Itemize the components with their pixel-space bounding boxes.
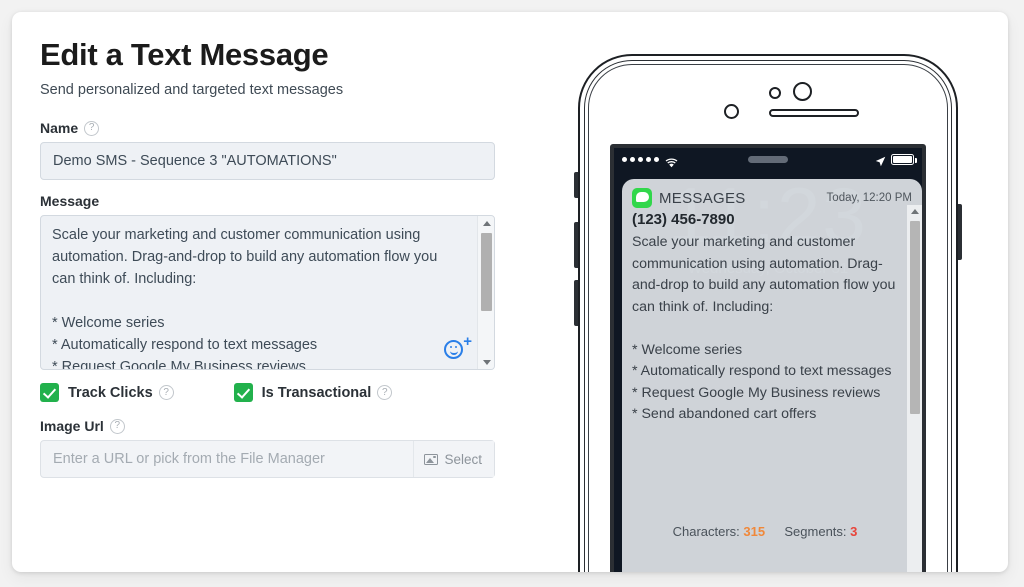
- name-input[interactable]: [40, 142, 495, 181]
- message-textarea[interactable]: Scale your marketing and customer commun…: [40, 215, 495, 371]
- is-transactional-label-row: Is Transactional ?: [262, 385, 393, 401]
- scroll-up-icon[interactable]: [478, 216, 494, 230]
- scrollbar-thumb[interactable]: [481, 233, 492, 312]
- select-button-label: Select: [444, 451, 482, 467]
- image-url-field-group: Image Url ? Enter a URL or pick from the…: [40, 418, 510, 479]
- phone-screen: 11:23 Wednesday, October 31: [610, 144, 926, 572]
- help-icon[interactable]: ?: [377, 385, 393, 401]
- earpiece-speaker-icon: [769, 109, 859, 117]
- emoji-picker-icon[interactable]: +: [444, 334, 472, 364]
- front-camera-icon: [724, 104, 739, 119]
- status-bar: [614, 148, 922, 171]
- notification-body: Scale your marketing and customer commun…: [632, 234, 896, 422]
- scrollbar-thumb[interactable]: [910, 221, 920, 414]
- phone-preview: 11:23 Wednesday, October 31: [522, 12, 1008, 572]
- image-url-label: Image Url: [40, 418, 104, 435]
- battery-icon: [891, 154, 917, 165]
- notification-card[interactable]: MESSAGES Today, 12:20 PM (123) 456-7890 …: [622, 179, 922, 572]
- notification-timestamp: Today, 12:20 PM: [826, 192, 912, 204]
- messages-app-icon: [632, 188, 652, 208]
- name-field-group: Name ?: [40, 120, 510, 181]
- location-arrow-icon: [875, 154, 886, 167]
- image-url-label-row: Image Url ?: [40, 418, 510, 434]
- characters-value: 315: [743, 524, 766, 539]
- help-icon[interactable]: ?: [158, 385, 174, 401]
- message-label-row: Message: [40, 193, 510, 209]
- scroll-down-icon[interactable]: [478, 355, 494, 369]
- page-root: Edit a Text Message Send personalized an…: [0, 0, 1024, 587]
- name-label-row: Name ?: [40, 120, 510, 136]
- phone-mockup: 11:23 Wednesday, October 31: [574, 54, 962, 572]
- page-title: Edit a Text Message: [40, 37, 329, 72]
- help-icon[interactable]: ?: [84, 120, 100, 136]
- notification-header: MESSAGES Today, 12:20 PM: [622, 179, 922, 210]
- notification-scrollbar[interactable]: [907, 205, 922, 572]
- checkbox-checked-icon[interactable]: [233, 383, 253, 403]
- track-clicks-checkbox[interactable]: Track Clicks ?: [40, 383, 174, 403]
- character-counter: Characters: 315 Segments: 3: [522, 524, 1008, 539]
- status-bar-right: [875, 154, 917, 167]
- message-form: Edit a Text Message Send personalized an…: [40, 37, 510, 491]
- scroll-up-icon[interactable]: [907, 205, 922, 218]
- volume-down-button-icon: [574, 280, 578, 326]
- is-transactional-label: Is Transactional: [261, 384, 372, 401]
- segments-label: Segments:: [784, 524, 847, 539]
- edit-text-message-card: Edit a Text Message Send personalized an…: [12, 12, 1008, 572]
- signal-strength-icon: [622, 157, 659, 162]
- track-clicks-label: Track Clicks: [68, 384, 153, 401]
- segments-value: 3: [850, 524, 858, 539]
- notification-sender: (123) 456-7890: [632, 211, 735, 228]
- options-row: Track Clicks ? Is Transactional ?: [40, 383, 510, 403]
- message-textarea-scrollbar[interactable]: [477, 216, 494, 370]
- mute-switch-icon: [574, 172, 578, 198]
- help-icon[interactable]: ?: [109, 418, 125, 434]
- checkbox-checked-icon[interactable]: [40, 383, 59, 403]
- image-url-input[interactable]: Enter a URL or pick from the File Manage…: [41, 451, 413, 467]
- page-subtitle: Send personalized and targeted text mess…: [40, 82, 344, 99]
- volume-up-button-icon: [574, 222, 578, 268]
- is-transactional-checkbox[interactable]: Is Transactional ?: [233, 383, 393, 403]
- image-icon: [424, 453, 439, 465]
- message-textarea-text: Scale your marketing and customer commun…: [52, 227, 438, 371]
- message-field-group: Message Scale your marketing and custome…: [40, 193, 510, 371]
- message-label: Message: [40, 193, 100, 210]
- sensor-large-icon: [793, 82, 812, 101]
- notification-app-name: MESSAGES: [659, 189, 746, 207]
- wifi-icon: [665, 155, 678, 167]
- characters-label: Characters:: [672, 524, 740, 539]
- sensor-small-icon: [769, 87, 781, 99]
- name-label: Name: [40, 120, 79, 137]
- select-file-button[interactable]: Select: [413, 441, 494, 478]
- track-clicks-label-row: Track Clicks ?: [68, 385, 174, 401]
- image-url-input-wrap: Enter a URL or pick from the File Manage…: [40, 440, 495, 479]
- speaker-slot-icon: [748, 156, 788, 163]
- power-button-icon: [958, 204, 962, 260]
